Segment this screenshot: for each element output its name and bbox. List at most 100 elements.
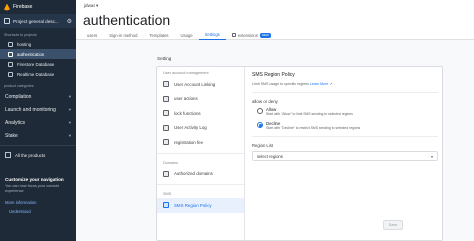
log-icon (163, 124, 169, 131)
tab-usage[interactable]: Usage (175, 30, 199, 40)
customize-description: You can now focus your console experienc… (5, 184, 60, 193)
radio-allow[interactable]: Allow Start with "Allow" to limit SMS se… (252, 107, 438, 116)
nav-item-label: lock functions (174, 110, 201, 116)
nav-group-label: Domains (163, 160, 178, 165)
sidebar-group-label: Stake (5, 132, 18, 139)
more-information-link[interactable]: More information (5, 200, 71, 205)
extensions-icon (231, 33, 236, 37)
settings-heading: Setting (157, 56, 172, 61)
sidebar-group-label: Compilation (5, 93, 32, 100)
sidebar-group-label: Analytics (5, 119, 26, 126)
lock-icon (163, 110, 169, 117)
project-overview[interactable]: Project general desc... ⚙ (0, 14, 76, 28)
sidebar-divider (0, 145, 76, 146)
tab-settings[interactable]: Settings (198, 30, 226, 40)
all-products-button[interactable]: All the products (0, 149, 76, 161)
sidebar-group-launch[interactable]: Launch and monitoring ▾ (0, 103, 76, 116)
nav-item-lock-functions[interactable]: lock functions (157, 106, 244, 121)
panel-subtitle: Limit SMS usage to specific regions Lear… (252, 82, 438, 86)
chevron-down-icon: ▾ (68, 93, 71, 99)
sms-region-panel: SMS Region Policy Limit SMS usage to spe… (252, 72, 438, 161)
users-icon (8, 51, 13, 57)
page-title: authentication (83, 12, 171, 28)
sidebar-item-label: Firestore Database (17, 61, 55, 67)
settings-card: User account management User Account Lin… (156, 66, 443, 241)
nav-item-label: User Activity Log (174, 125, 207, 131)
radio-button-selected[interactable] (257, 122, 263, 128)
radio-description: Start with "Decline" to restrict SMS sen… (266, 126, 361, 130)
project-selector[interactable]: jdwat ▾ (84, 3, 98, 9)
all-products-label: All the products (15, 152, 46, 158)
shortcuts-label: Shortcuts to projects (4, 33, 37, 37)
nav-group-label: SMS (163, 192, 172, 196)
sidebar-group-stake[interactable]: Stake ▾ (0, 129, 76, 142)
tab-users[interactable]: users (81, 30, 103, 40)
chevron-down-icon: ▾ (68, 119, 71, 125)
panel-title: SMS Region Policy (252, 72, 295, 78)
tab-label: extensions (237, 32, 258, 38)
top-bar: jdwat ▾ authentication users Sign-in met… (76, 0, 474, 40)
save-button[interactable]: Save (383, 220, 403, 230)
customize-navigation-card: Customize your navigation You can now fo… (0, 174, 76, 217)
hosting-icon (8, 41, 13, 47)
customize-title: Customize your navigation (5, 177, 64, 182)
policy-question: allow or deny (252, 99, 278, 104)
nav-item-authorized-domains[interactable]: Authorized domains (157, 167, 244, 182)
nav-group-label: User account management (163, 71, 209, 75)
region-select-value: select regions (257, 153, 283, 159)
project-name: Project general desc... (13, 18, 59, 24)
panel-divider (252, 92, 438, 93)
sidebar-item-label: Realtime Database (17, 71, 55, 77)
domain-icon (163, 170, 169, 177)
nav-item-sms-region-policy[interactable]: SMS Region Policy (157, 198, 244, 213)
sidebar-item-realtime-db[interactable]: Realtime Database (0, 69, 76, 79)
nav-item-label: SMS Region Policy (174, 202, 212, 208)
tab-templates[interactable]: Templates (143, 30, 174, 40)
sidebar-item-label: authentication (17, 51, 45, 57)
sidebar-header[interactable]: Firebase (0, 0, 76, 14)
sidebar-group-compilation[interactable]: Compilation ▾ (0, 90, 76, 103)
link-icon (163, 81, 169, 88)
home-icon (4, 18, 10, 24)
new-badge: NEW (259, 32, 271, 38)
tab-bar: users Sign-in method Templates Usage Set… (81, 30, 277, 40)
understood-button[interactable]: Understood (5, 209, 71, 214)
nav-item-user-actions[interactable]: user actions (157, 92, 244, 107)
radio-button[interactable] (257, 108, 263, 114)
region-list-label: Region List (252, 143, 273, 148)
nav-item-registration-fee[interactable]: registration fee (157, 135, 244, 150)
sidebar: Firebase Project general desc... ⚙ Short… (0, 0, 76, 241)
panel-divider (252, 136, 438, 137)
radio-description: Start with "Allow" to limit SMS sending … (266, 112, 353, 116)
radio-decline[interactable]: Decline Start with "Decline" to restrict… (252, 121, 438, 130)
region-select[interactable]: select regions ▾ (252, 151, 438, 161)
tab-extensions[interactable]: extensions NEW (226, 30, 277, 40)
nav-item-label: user actions (174, 96, 198, 102)
radio-text: Decline Start with "Decline" to restrict… (266, 121, 360, 130)
nav-divider (157, 152, 244, 154)
sidebar-group-analytics[interactable]: Analytics ▾ (0, 116, 76, 129)
tab-sign-in-method[interactable]: Sign-in method (103, 30, 143, 40)
learn-more-link[interactable]: Learn More (310, 82, 328, 86)
grid-icon (5, 152, 11, 158)
subtitle-text: Limit SMS usage to specific regions (252, 82, 309, 86)
chevron-down-icon: ▾ (430, 153, 433, 159)
external-link-icon: ↗ (329, 82, 333, 86)
sidebar-item-firestore[interactable]: Firestore Database (0, 59, 76, 69)
categories-label: product categories (4, 84, 34, 88)
nav-item-account-linking[interactable]: User Account Linking (157, 77, 244, 92)
user-actions-icon (163, 95, 169, 102)
sidebar-group-label: Launch and monitoring (5, 106, 56, 113)
sidebar-item-authentication[interactable]: authentication (0, 49, 76, 59)
chevron-down-icon: ▾ (68, 132, 71, 138)
nav-divider (157, 184, 244, 185)
nav-item-activity-log[interactable]: User Activity Log (157, 121, 244, 136)
nav-item-label: User Account Linking (174, 81, 216, 87)
chevron-down-icon: ▾ (68, 106, 71, 112)
sidebar-item-hosting[interactable]: hosting (0, 39, 76, 49)
gear-icon[interactable]: ⚙ (67, 18, 72, 25)
nav-item-label: registration fee (174, 139, 204, 145)
firebase-logo-icon (4, 3, 10, 11)
fee-icon (163, 139, 169, 146)
nav-item-label: Authorized domains (174, 171, 213, 177)
